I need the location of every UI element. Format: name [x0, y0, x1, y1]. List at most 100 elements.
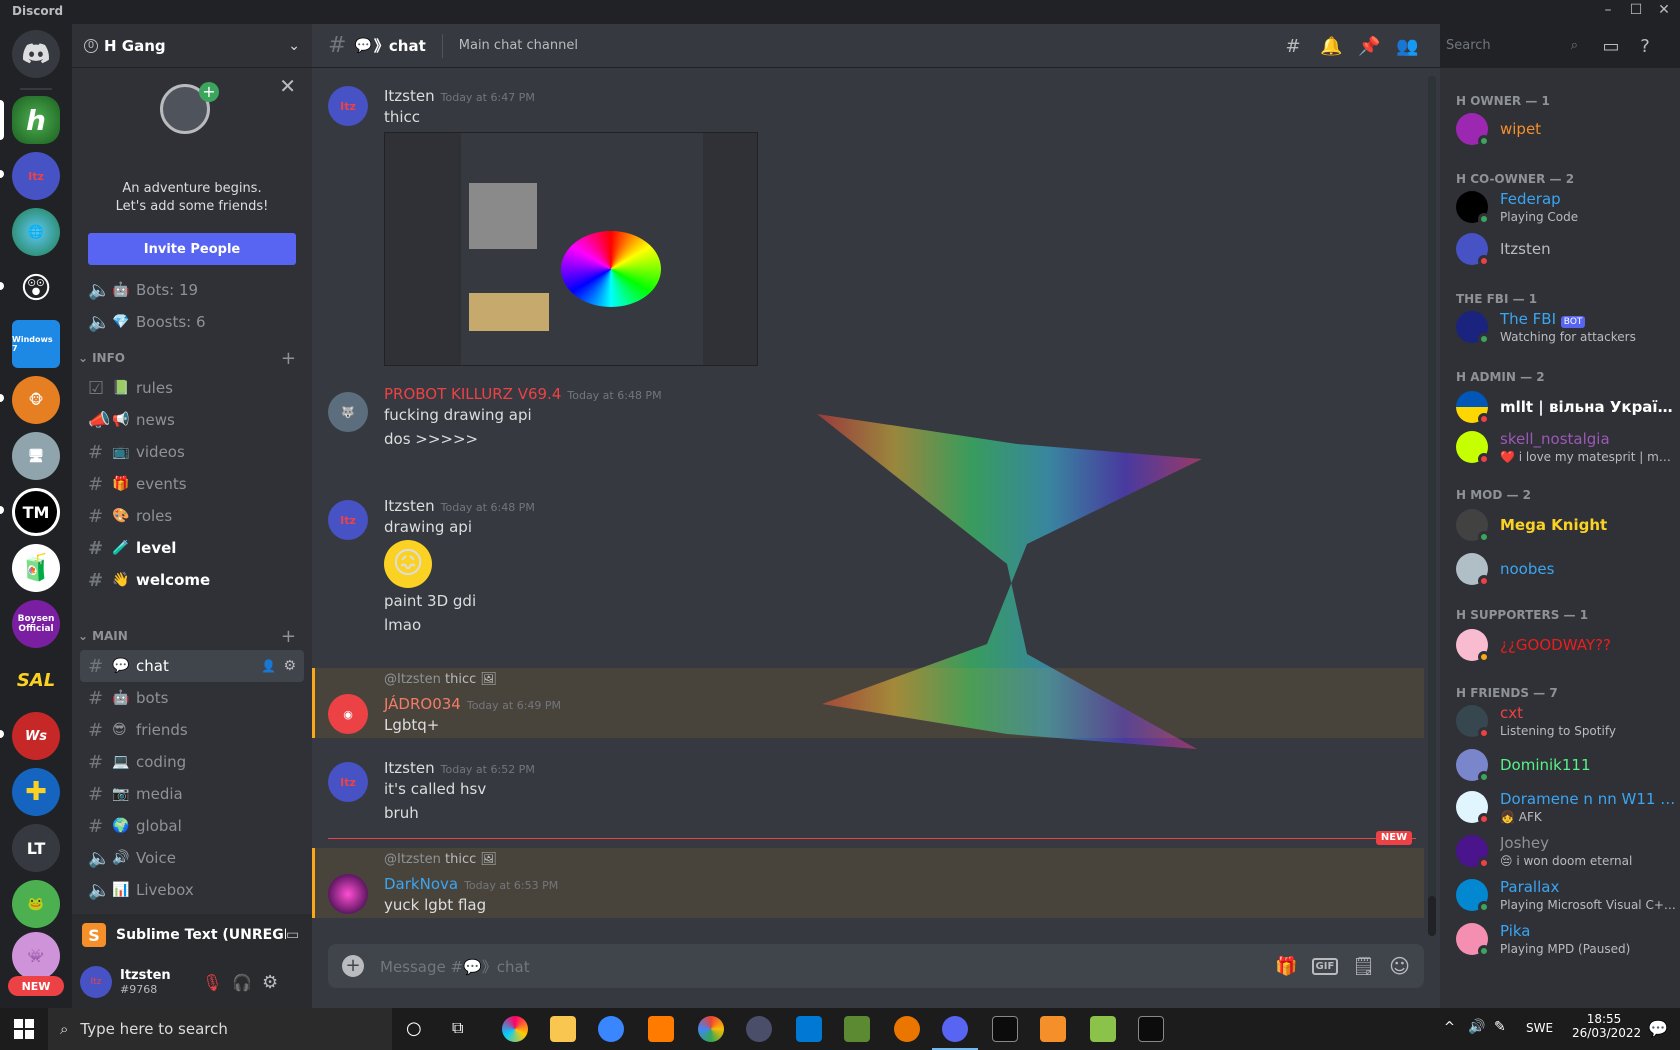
chevron-down-icon[interactable]: ⌄ [288, 38, 300, 54]
sticker-icon[interactable]: 🗒 [1352, 956, 1375, 977]
store-icon[interactable] [796, 1016, 822, 1042]
close-window-icon[interactable]: ✕ [1654, 2, 1674, 18]
invite-people-button[interactable]: Invite People [88, 233, 296, 265]
message-author[interactable]: Itzsten [384, 759, 435, 777]
avatar[interactable]: Itz [80, 966, 112, 998]
terminal-icon[interactable] [992, 1016, 1018, 1042]
mute-microphone-icon[interactable]: 🎙 [202, 973, 222, 992]
channel-global[interactable]: # 🌍 global [80, 810, 304, 842]
minimize-icon[interactable]: – [1598, 2, 1618, 18]
member-item[interactable]: cxt Listening to Spotify [1456, 700, 1676, 742]
cortana-icon[interactable]: ○ [406, 1018, 422, 1039]
maximize-icon[interactable]: ☐ [1626, 2, 1646, 18]
notepad-plus-icon[interactable] [1090, 1016, 1116, 1042]
taskbar-search-input[interactable]: ⌕ Type here to search [48, 1008, 392, 1050]
channel-media[interactable]: # 📷 media [80, 778, 304, 810]
message-author[interactable]: DarkNova [384, 875, 458, 893]
channel-news[interactable]: 📣 📢 news [80, 404, 304, 436]
message-input[interactable]: Message #💬》chat [380, 956, 1275, 977]
pen-icon[interactable]: ✎ [1494, 1019, 1506, 1035]
avatar[interactable]: Itz [328, 500, 368, 540]
member-item[interactable]: Joshey 😔 i won doom eternal [1456, 830, 1676, 872]
close-icon[interactable]: ✕ [279, 74, 296, 98]
tray-expand-icon[interactable]: ^ [1444, 1020, 1455, 1035]
language-indicator[interactable]: SWE [1526, 1021, 1553, 1035]
pin-icon[interactable]: 📌 [1358, 36, 1380, 58]
vpn-app-icon[interactable] [746, 1016, 772, 1042]
channel-chat[interactable]: # 💬 chat 👤 ⚙ [80, 650, 304, 682]
channel-roles[interactable]: # 🎨 roles [80, 500, 304, 532]
server-lt[interactable]: LT [12, 824, 60, 872]
user-settings-gear-icon[interactable]: ⚙ [262, 972, 278, 993]
gift-icon[interactable]: 🎁 [1275, 956, 1297, 977]
avatar[interactable]: 🐺 [328, 392, 368, 432]
server-boysen[interactable]: Boysen Official [12, 600, 60, 648]
category-info[interactable]: ⌄ INFO + [72, 348, 312, 369]
member-item[interactable]: skell_nostalgia ❤️ i love my matesprit | … [1456, 426, 1676, 468]
vr-app-icon[interactable] [598, 1016, 624, 1042]
channel-voice[interactable]: 🔈 🔊 Voice [80, 842, 304, 874]
sublime-taskbar-icon[interactable] [1040, 1016, 1066, 1042]
headphones-icon[interactable]: 🎧 [232, 973, 252, 992]
channel-friends[interactable]: # 😎 friends [80, 714, 304, 746]
scrollbar[interactable] [1428, 76, 1436, 936]
file-explorer-icon[interactable] [550, 1016, 576, 1042]
server-header[interactable]: 0 H Gang ⌄ [72, 24, 312, 68]
add-channel-icon[interactable]: + [281, 626, 296, 647]
channel-bots[interactable]: # 🤖 bots [80, 682, 304, 714]
gif-button[interactable]: GIF [1311, 957, 1339, 975]
member-item[interactable]: Pika Playing MPD (Paused) [1456, 918, 1676, 960]
threads-icon[interactable]: # [1282, 36, 1304, 58]
reply-preview[interactable]: @Itzsten thicc 🖼 [384, 672, 497, 687]
member-item[interactable]: Mega Knight [1456, 504, 1676, 546]
server-emoji[interactable]: 😲 [12, 264, 60, 312]
fl-studio-icon[interactable] [648, 1016, 674, 1042]
channel-welcome[interactable]: # 👋 welcome [80, 564, 304, 596]
avatar[interactable]: Itz [328, 86, 368, 126]
member-item[interactable]: Itzsten [1456, 228, 1676, 270]
server-sal[interactable]: SAL [12, 656, 60, 704]
emoji-picker-icon[interactable]: ☺ [1389, 954, 1410, 978]
channel-livebox[interactable]: 🔈 📊 Livebox [80, 874, 304, 906]
paint-app-icon[interactable] [502, 1016, 528, 1042]
member-item[interactable]: Parallax Playing Microsoft Visual C++ ... [1456, 874, 1676, 916]
message-author[interactable]: JÁDRO034 [384, 695, 461, 713]
server-h-gang[interactable]: h [12, 96, 60, 144]
windows-start-icon[interactable] [14, 1019, 34, 1039]
clock[interactable]: 18:55 26/03/2022 [1572, 1012, 1641, 1040]
terminal-2-icon[interactable] [1138, 1016, 1164, 1042]
server-windows[interactable]: Windows 7 [12, 320, 60, 368]
reply-preview[interactable]: @Itzsten thicc 🖼 [384, 852, 497, 867]
add-channel-icon[interactable]: + [281, 348, 296, 369]
screen-share-icon[interactable]: ▭ [286, 927, 299, 943]
message-author[interactable]: Itzsten [384, 497, 435, 515]
member-item[interactable]: noobes [1456, 548, 1676, 590]
image-attachment[interactable] [384, 132, 758, 366]
server-anime-2[interactable]: 👾 [12, 932, 60, 980]
server-computer[interactable]: 🖥 [12, 432, 60, 480]
discord-icon[interactable]: ◉ [328, 694, 368, 734]
server-tm[interactable]: TM [12, 488, 60, 536]
channel-rules[interactable]: ☑ 📗 rules [80, 372, 304, 404]
help-icon[interactable]: ? [1634, 36, 1656, 58]
member-list-icon[interactable]: 👥 [1396, 36, 1418, 58]
server-pepe[interactable]: 🐸 [12, 880, 60, 928]
bell-icon[interactable]: 🔔 [1320, 36, 1342, 58]
blender-icon[interactable] [894, 1016, 920, 1042]
task-view-icon[interactable]: ⧉ [452, 1018, 463, 1038]
member-item[interactable]: Doramene n nn W11 U... 👧 AFK [1456, 786, 1676, 828]
server-ws[interactable]: Ws [12, 712, 60, 760]
search-input[interactable]: Search ⌕ [1440, 34, 1584, 58]
member-item[interactable]: The FBI BOT Watching for attackers [1456, 306, 1676, 348]
gear-icon[interactable]: ⚙ [283, 658, 296, 674]
server-sweden[interactable]: ✚ [12, 768, 60, 816]
server-fanta[interactable]: 🧃 [12, 544, 60, 592]
server-itzsten[interactable]: Itz [12, 152, 60, 200]
notification-icon[interactable]: 💬 [1648, 1019, 1668, 1038]
chrome-icon[interactable] [698, 1016, 724, 1042]
add-attachment-icon[interactable]: + [342, 955, 364, 977]
server-anime[interactable]: 🐵 [12, 376, 60, 424]
channel-coding[interactable]: # 💻 coding [80, 746, 304, 778]
category-main[interactable]: ⌄ MAIN + [72, 626, 312, 647]
member-item[interactable]: ¿¿GOODWAY?? [1456, 624, 1676, 666]
